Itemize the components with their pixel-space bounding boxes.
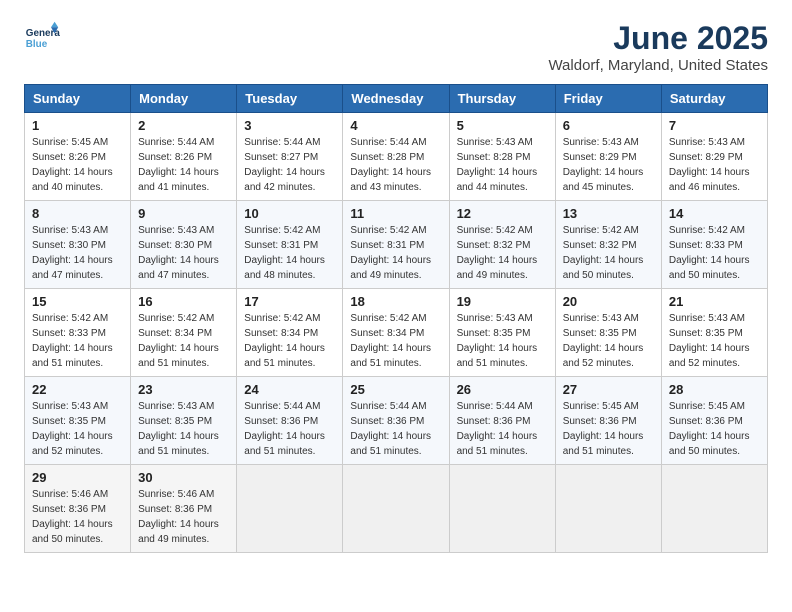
svg-text:Blue: Blue bbox=[26, 39, 48, 50]
page-header: General Blue June 2025 Waldorf, Maryland… bbox=[24, 20, 768, 74]
col-wednesday: Wednesday bbox=[343, 85, 449, 113]
table-row: 2Sunrise: 5:44 AMSunset: 8:26 PMDaylight… bbox=[131, 113, 237, 201]
table-row: 20Sunrise: 5:43 AMSunset: 8:35 PMDayligh… bbox=[555, 289, 661, 377]
table-row bbox=[343, 465, 449, 553]
table-row: 8Sunrise: 5:43 AMSunset: 8:30 PMDaylight… bbox=[25, 201, 131, 289]
table-row: 25Sunrise: 5:44 AMSunset: 8:36 PMDayligh… bbox=[343, 377, 449, 465]
table-row: 23Sunrise: 5:43 AMSunset: 8:35 PMDayligh… bbox=[131, 377, 237, 465]
table-row bbox=[449, 465, 555, 553]
col-sunday: Sunday bbox=[25, 85, 131, 113]
calendar-header-row: Sunday Monday Tuesday Wednesday Thursday… bbox=[25, 85, 768, 113]
table-row: 13Sunrise: 5:42 AMSunset: 8:32 PMDayligh… bbox=[555, 201, 661, 289]
table-row: 3Sunrise: 5:44 AMSunset: 8:27 PMDaylight… bbox=[237, 113, 343, 201]
location-title: Waldorf, Maryland, United States bbox=[548, 57, 768, 74]
logo-icon: General Blue bbox=[24, 20, 60, 56]
month-title: June 2025 bbox=[548, 20, 768, 57]
table-row: 17Sunrise: 5:42 AMSunset: 8:34 PMDayligh… bbox=[237, 289, 343, 377]
col-saturday: Saturday bbox=[661, 85, 767, 113]
table-row bbox=[555, 465, 661, 553]
table-row: 5Sunrise: 5:43 AMSunset: 8:28 PMDaylight… bbox=[449, 113, 555, 201]
table-row: 30Sunrise: 5:46 AMSunset: 8:36 PMDayligh… bbox=[131, 465, 237, 553]
col-tuesday: Tuesday bbox=[237, 85, 343, 113]
table-row: 28Sunrise: 5:45 AMSunset: 8:36 PMDayligh… bbox=[661, 377, 767, 465]
col-friday: Friday bbox=[555, 85, 661, 113]
table-row: 18Sunrise: 5:42 AMSunset: 8:34 PMDayligh… bbox=[343, 289, 449, 377]
table-row: 16Sunrise: 5:42 AMSunset: 8:34 PMDayligh… bbox=[131, 289, 237, 377]
table-row: 22Sunrise: 5:43 AMSunset: 8:35 PMDayligh… bbox=[25, 377, 131, 465]
table-row: 6Sunrise: 5:43 AMSunset: 8:29 PMDaylight… bbox=[555, 113, 661, 201]
table-row: 9Sunrise: 5:43 AMSunset: 8:30 PMDaylight… bbox=[131, 201, 237, 289]
table-row: 21Sunrise: 5:43 AMSunset: 8:35 PMDayligh… bbox=[661, 289, 767, 377]
logo: General Blue bbox=[24, 20, 60, 56]
table-row: 7Sunrise: 5:43 AMSunset: 8:29 PMDaylight… bbox=[661, 113, 767, 201]
table-row: 1Sunrise: 5:45 AMSunset: 8:26 PMDaylight… bbox=[25, 113, 131, 201]
title-area: June 2025 Waldorf, Maryland, United Stat… bbox=[548, 20, 768, 74]
table-row: 12Sunrise: 5:42 AMSunset: 8:32 PMDayligh… bbox=[449, 201, 555, 289]
table-row: 10Sunrise: 5:42 AMSunset: 8:31 PMDayligh… bbox=[237, 201, 343, 289]
table-row: 27Sunrise: 5:45 AMSunset: 8:36 PMDayligh… bbox=[555, 377, 661, 465]
col-monday: Monday bbox=[131, 85, 237, 113]
table-row: 4Sunrise: 5:44 AMSunset: 8:28 PMDaylight… bbox=[343, 113, 449, 201]
table-row: 26Sunrise: 5:44 AMSunset: 8:36 PMDayligh… bbox=[449, 377, 555, 465]
table-row: 11Sunrise: 5:42 AMSunset: 8:31 PMDayligh… bbox=[343, 201, 449, 289]
table-row: 14Sunrise: 5:42 AMSunset: 8:33 PMDayligh… bbox=[661, 201, 767, 289]
table-row: 24Sunrise: 5:44 AMSunset: 8:36 PMDayligh… bbox=[237, 377, 343, 465]
table-row bbox=[661, 465, 767, 553]
table-row: 19Sunrise: 5:43 AMSunset: 8:35 PMDayligh… bbox=[449, 289, 555, 377]
col-thursday: Thursday bbox=[449, 85, 555, 113]
calendar-table: Sunday Monday Tuesday Wednesday Thursday… bbox=[24, 84, 768, 553]
table-row: 15Sunrise: 5:42 AMSunset: 8:33 PMDayligh… bbox=[25, 289, 131, 377]
table-row: 29Sunrise: 5:46 AMSunset: 8:36 PMDayligh… bbox=[25, 465, 131, 553]
table-row bbox=[237, 465, 343, 553]
